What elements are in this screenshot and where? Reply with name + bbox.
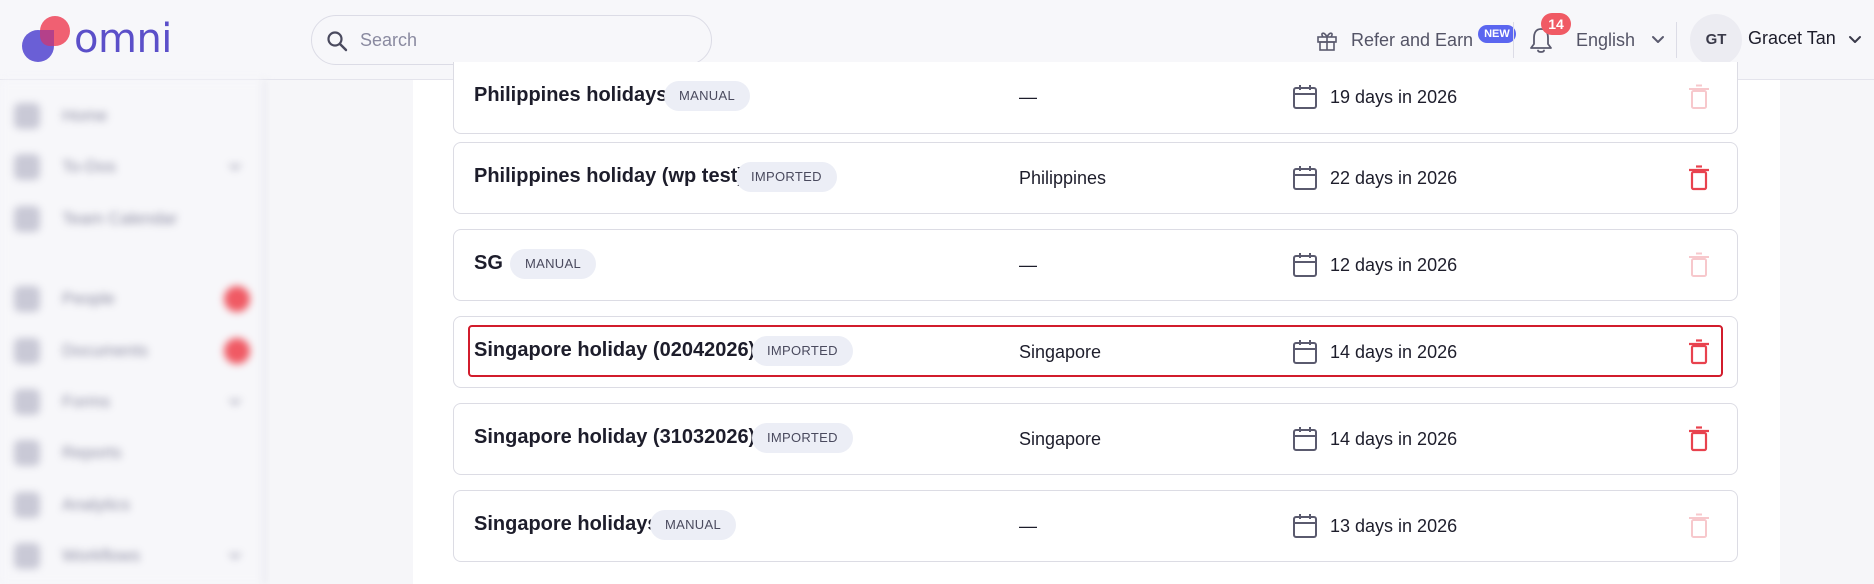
header-divider xyxy=(1513,22,1514,58)
documents-notification-dot xyxy=(224,338,250,364)
chevron-down-icon[interactable] xyxy=(228,551,242,561)
workflows-icon xyxy=(14,543,40,569)
sidebar-item-analytics[interactable]: Analytics xyxy=(14,490,130,520)
sidebar: Home To-Dos Team Calendar People Documen… xyxy=(0,80,266,584)
calendar-country: — xyxy=(1019,516,1037,536)
calendar-name: SG xyxy=(474,252,503,274)
user-name[interactable]: Gracet Tan xyxy=(1748,28,1836,49)
calendar-country: Philippines xyxy=(1019,168,1107,188)
calendar-type-badge: IMPORTED xyxy=(736,162,837,192)
omni-logo[interactable]: omni xyxy=(22,14,182,64)
trash-icon xyxy=(1689,84,1709,109)
people-icon xyxy=(14,286,40,312)
reports-icon xyxy=(14,440,40,466)
calendar-icon xyxy=(1293,253,1317,277)
holiday-calendar-row[interactable]: Philippines holidays MANUAL — 19 days in… xyxy=(453,62,1738,134)
sidebar-item-home[interactable]: Home xyxy=(14,101,107,131)
trash-icon xyxy=(1689,252,1709,277)
calendar-days-count: 19 days in 2026 xyxy=(1330,87,1458,107)
calendar-name: Philippines holidays xyxy=(474,84,668,106)
calendar-type-badge: MANUAL xyxy=(510,249,596,279)
refer-label: Refer and Earn xyxy=(1351,29,1474,50)
calendar-icon xyxy=(1293,427,1317,451)
people-notification-dot xyxy=(224,286,250,312)
sidebar-item-workflows[interactable]: Workflows xyxy=(14,541,140,571)
sidebar-item-people[interactable]: People xyxy=(14,284,115,314)
main-content: Philippines holidays MANUAL — 19 days in… xyxy=(270,62,1874,584)
calendar-name: Singapore holidays xyxy=(474,513,659,535)
documents-icon xyxy=(14,338,40,364)
calendar-name: Singapore holiday (02042026) xyxy=(474,339,756,361)
calendar-country: — xyxy=(1019,255,1037,275)
sidebar-item-label: Team Calendar xyxy=(62,209,178,228)
notification-count-badge: 14 xyxy=(1541,13,1571,35)
calendar-type-badge: IMPORTED xyxy=(752,423,853,453)
forms-icon xyxy=(14,389,40,415)
calendar-type-badge: MANUAL xyxy=(650,510,736,540)
logo-wordmark: omni xyxy=(74,16,172,62)
calendar-icon xyxy=(1293,85,1317,109)
calendar-country: Singapore xyxy=(1019,342,1102,362)
calendar-country: — xyxy=(1019,87,1037,107)
sidebar-item-label: Reports xyxy=(62,443,122,462)
user-menu-chevron-icon[interactable] xyxy=(1848,35,1862,45)
sidebar-item-label: Forms xyxy=(62,392,111,411)
language-selector[interactable]: English xyxy=(1576,24,1665,56)
home-icon xyxy=(14,103,40,129)
sidebar-item-documents[interactable]: Documents xyxy=(14,336,148,366)
sidebar-item-todos[interactable]: To-Dos xyxy=(14,152,116,182)
calendar-name: Philippines holiday (wp test) xyxy=(474,165,745,187)
holiday-calendar-row[interactable]: Singapore holidays MANUAL — 13 days in 2… xyxy=(453,490,1738,562)
holiday-calendar-row[interactable]: Singapore holiday (02042026) IMPORTED Si… xyxy=(453,316,1738,388)
checklist-icon xyxy=(14,154,40,180)
chevron-down-icon xyxy=(1652,36,1665,43)
holiday-calendar-row[interactable]: Philippines holiday (wp test) IMPORTED P… xyxy=(453,142,1738,214)
calendar-icon xyxy=(1293,340,1317,364)
calendar-days-count: 12 days in 2026 xyxy=(1330,255,1458,275)
calendar-days-count: 14 days in 2026 xyxy=(1330,342,1458,362)
calendar-country: Singapore xyxy=(1019,429,1102,449)
logo-mark-icon xyxy=(22,14,72,64)
language-label: English xyxy=(1576,29,1636,50)
sidebar-item-forms[interactable]: Forms xyxy=(14,387,110,417)
trash-icon[interactable] xyxy=(1688,165,1710,191)
holiday-calendar-row[interactable]: Singapore holiday (31032026) IMPORTED Si… xyxy=(453,403,1738,475)
calendar-icon xyxy=(1293,514,1317,538)
sidebar-item-label: Workflows xyxy=(62,546,141,565)
sidebar-item-label: People xyxy=(62,289,115,308)
search-icon xyxy=(327,31,348,52)
sidebar-item-reports[interactable]: Reports xyxy=(14,438,122,468)
trash-icon[interactable] xyxy=(1688,339,1710,365)
trash-icon[interactable] xyxy=(1688,426,1710,452)
calendar-days-count: 13 days in 2026 xyxy=(1330,516,1458,536)
new-badge: NEW xyxy=(1478,25,1516,43)
sidebar-item-label: Analytics xyxy=(62,495,131,514)
calendar-days-count: 22 days in 2026 xyxy=(1330,168,1458,188)
gift-icon xyxy=(1317,32,1337,51)
calendar-name: Singapore holiday (31032026) xyxy=(474,426,756,448)
chevron-down-icon[interactable] xyxy=(228,397,242,407)
calendar-type-badge: IMPORTED xyxy=(752,336,853,366)
sidebar-item-team-calendar[interactable]: Team Calendar xyxy=(14,204,177,234)
refer-and-earn-link[interactable]: Refer and Earn NEW xyxy=(1315,24,1516,56)
sidebar-item-label: To-Dos xyxy=(62,157,116,176)
holiday-calendars-panel: Philippines holidays MANUAL — 19 days in… xyxy=(413,62,1780,584)
calendar-icon xyxy=(14,206,40,232)
user-avatar[interactable]: GT xyxy=(1690,14,1742,66)
analytics-icon xyxy=(14,492,40,518)
sidebar-item-label: Documents xyxy=(62,341,148,360)
search-input[interactable] xyxy=(360,24,690,56)
sidebar-item-label: Home xyxy=(62,106,108,125)
trash-icon xyxy=(1689,513,1709,538)
search-box[interactable] xyxy=(311,15,712,65)
chevron-down-icon[interactable] xyxy=(228,162,242,172)
calendar-days-count: 14 days in 2026 xyxy=(1330,429,1458,449)
calendar-type-badge: MANUAL xyxy=(664,81,750,111)
header-divider xyxy=(1676,22,1677,58)
holiday-calendar-row[interactable]: SG MANUAL — 12 days in 2026 xyxy=(453,229,1738,301)
calendar-icon xyxy=(1293,166,1317,190)
